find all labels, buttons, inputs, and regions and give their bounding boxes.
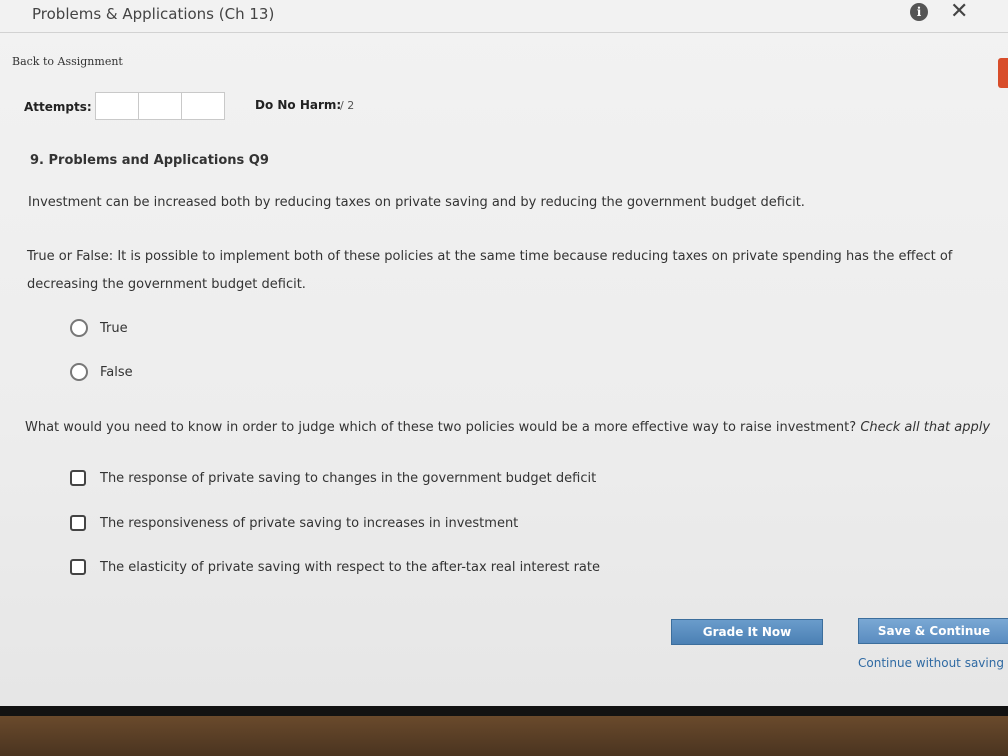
continue-without-saving-link[interactable]: Continue without saving — [858, 656, 1004, 670]
desk-surface — [0, 716, 1008, 756]
grade-it-now-button[interactable]: Grade It Now — [671, 619, 823, 645]
monitor-bezel — [0, 706, 1008, 716]
side-tab-marker — [998, 58, 1008, 88]
checkbox-2[interactable] — [70, 515, 86, 531]
attempt-boxes — [95, 92, 225, 120]
checkbox-option-1[interactable]: The response of private saving to change… — [70, 470, 596, 486]
back-to-assignment-link[interactable]: Back to Assignment — [12, 55, 123, 68]
window-titlebar: Problems & Applications (Ch 13) i ✕ — [0, 0, 1008, 33]
option-false[interactable]: False — [70, 363, 133, 381]
check-all-prompt: What would you need to know in order to … — [25, 420, 990, 435]
question-title: 9. Problems and Applications Q9 — [30, 153, 269, 168]
save-and-continue-button[interactable]: Save & Continue — [858, 618, 1008, 644]
question-intro: Investment can be increased both by redu… — [28, 195, 805, 210]
attempt-box — [95, 92, 139, 120]
attempts-label: Attempts: — [24, 100, 92, 114]
checkbox-3[interactable] — [70, 559, 86, 575]
attempt-box — [181, 92, 225, 120]
radio-false[interactable] — [70, 363, 88, 381]
option-true-label: True — [100, 320, 128, 336]
screen: Problems & Applications (Ch 13) i ✕ Back… — [0, 0, 1008, 706]
true-false-prompt: True or False: It is possible to impleme… — [27, 249, 953, 292]
checkbox-option-3-label: The elasticity of private saving with re… — [100, 559, 600, 575]
checkbox-option-1-label: The response of private saving to change… — [100, 470, 597, 486]
checkbox-option-2-label: The responsiveness of private saving to … — [100, 515, 519, 531]
option-true[interactable]: True — [70, 319, 128, 337]
option-false-label: False — [100, 364, 133, 380]
radio-true[interactable] — [70, 319, 88, 337]
checkbox-option-3[interactable]: The elasticity of private saving with re… — [70, 559, 600, 575]
attempt-box — [138, 92, 182, 120]
window-title: Problems & Applications (Ch 13) — [32, 5, 275, 23]
close-icon[interactable]: ✕ — [950, 0, 968, 24]
checkbox-1[interactable] — [70, 470, 86, 486]
check-all-instruction: Check all that apply — [860, 420, 991, 435]
check-all-question: What would you need to know in order to … — [25, 420, 857, 435]
info-icon[interactable]: i — [910, 3, 928, 21]
do-no-harm-label: Do No Harm: — [255, 98, 342, 112]
checkbox-option-2[interactable]: The responsiveness of private saving to … — [70, 515, 518, 531]
do-no-harm-value: / 2 — [340, 99, 355, 112]
